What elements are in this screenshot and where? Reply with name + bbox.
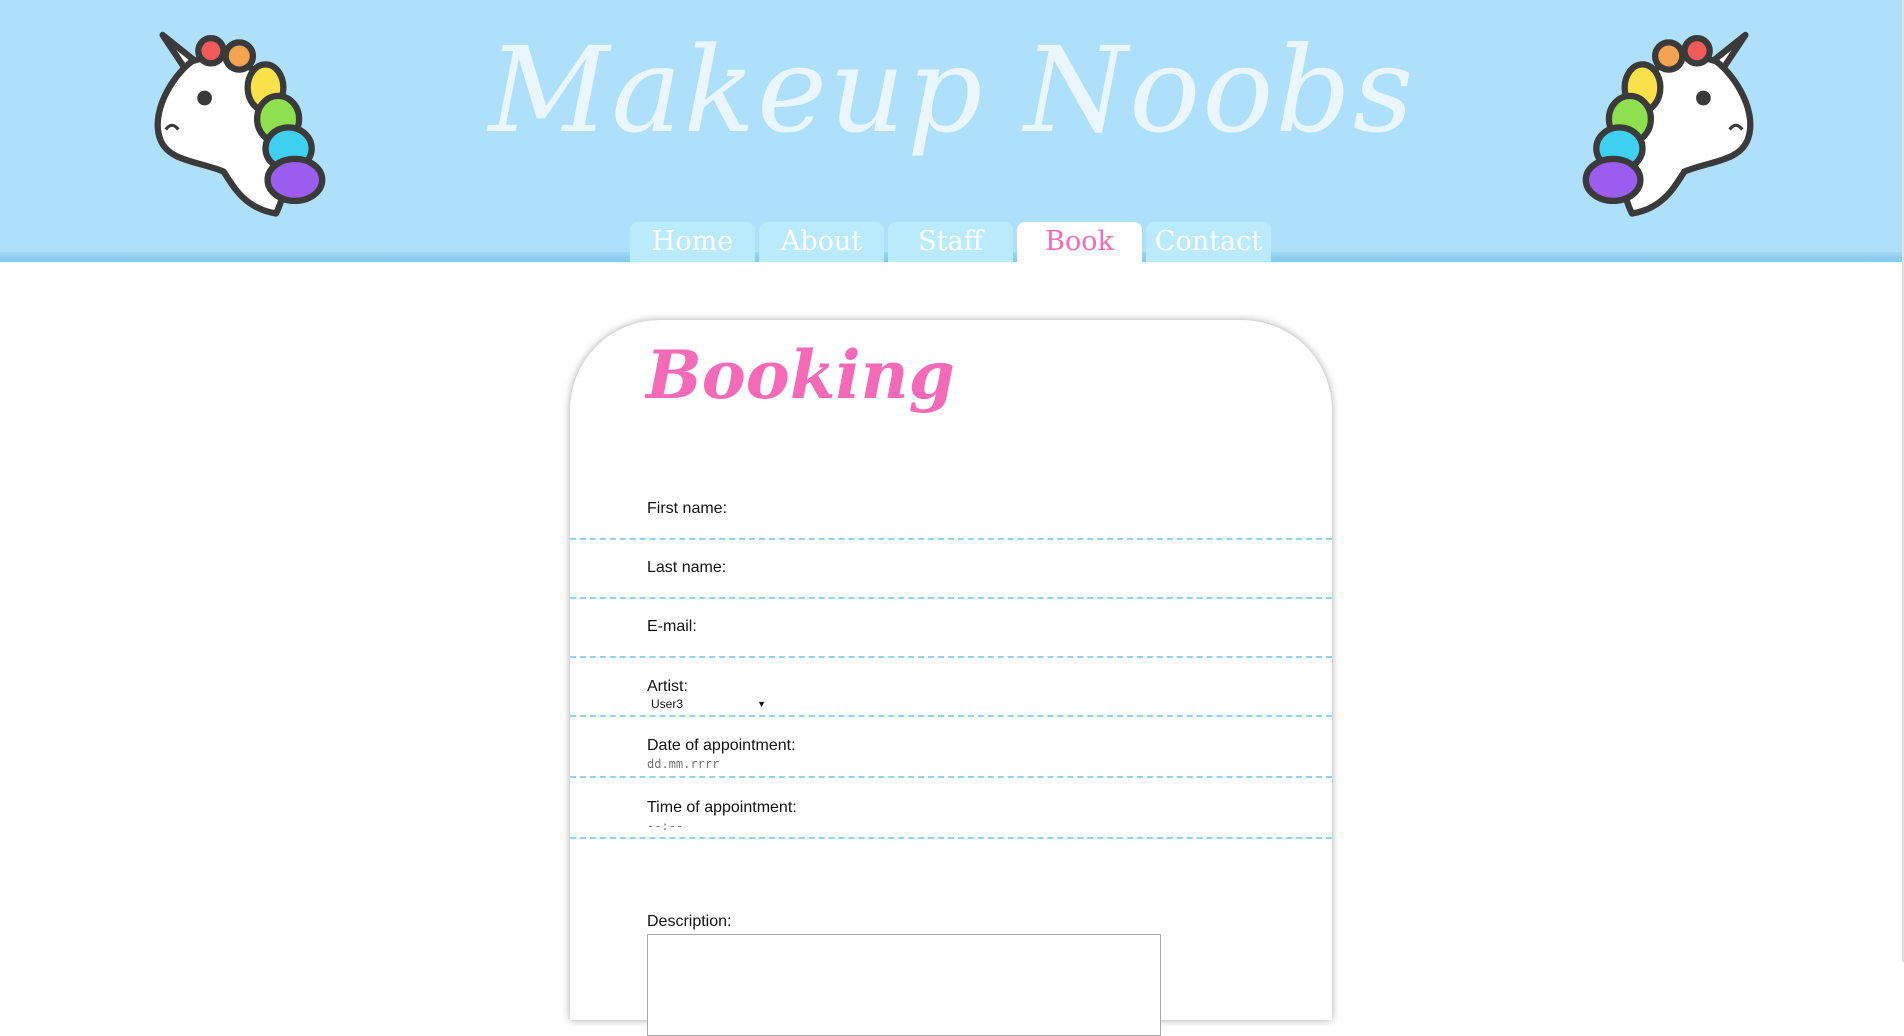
nav-tab-staff[interactable]: Staff [888,222,1013,262]
date-row: Date of appointment: [570,717,1332,778]
first-name-label: First name: [647,500,728,517]
date-input[interactable] [647,755,1247,773]
unicorn-logo-left-icon [154,31,326,217]
description-textarea[interactable] [647,934,1161,1036]
booking-card: Booking First name: Last name: E-mail: A… [570,320,1332,1036]
artist-label: Artist: [647,678,688,695]
first-name-row: First name: [570,480,1332,540]
time-input[interactable] [647,817,1247,835]
last-name-input[interactable] [647,577,1247,595]
email-label: E-mail: [647,618,697,635]
time-label: Time of appointment: [647,799,797,816]
unicorn-logo-right-icon [1582,31,1754,217]
artist-select-value: User3 [651,697,684,711]
last-name-row: Last name: [570,540,1332,599]
artist-select[interactable]: User3 ▼ [647,695,766,713]
date-label: Date of appointment: [647,737,796,754]
artist-row: Artist: User3 ▼ [570,658,1332,717]
booking-title: Booking [646,336,955,414]
email-input[interactable] [647,636,1247,654]
time-row: Time of appointment: [570,778,1332,839]
first-name-input[interactable] [647,518,1247,536]
nav-tab-home[interactable]: Home [630,222,755,262]
chevron-down-icon: ▼ [757,699,766,709]
description-label: Description: [647,913,732,930]
nav-tab-about[interactable]: About [759,222,884,262]
last-name-label: Last name: [647,559,727,576]
main-nav: Home About Staff Book Contact [630,222,1271,262]
email-row: E-mail: [570,599,1332,658]
nav-tab-book[interactable]: Book [1017,222,1142,262]
nav-tab-contact[interactable]: Contact [1146,222,1271,262]
site-header: Makeup Noobs Home About Staff Book Conta… [0,0,1904,262]
